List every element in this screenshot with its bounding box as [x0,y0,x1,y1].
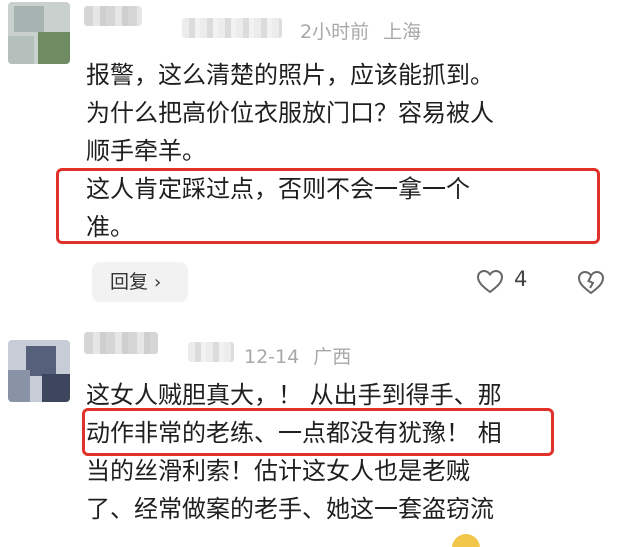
highlight-box [82,408,554,456]
chevron-right-icon: › [154,272,162,293]
comment-time: 2小时前 [300,21,370,43]
comment-item: 12-14 广西 这女人贼胆真大，！ 从出手到得手、那 动作非常的老练、一点都没有… [0,318,636,547]
avatar[interactable] [8,340,70,402]
comment-line: 顺手牵羊。 [86,137,206,165]
comment-meta: 2小时前 上海 [300,17,421,44]
comment-time: 12-14 [244,346,300,368]
comment-item: 2小时前 上海 报警，这么清楚的照片，应该能抓到。 为什么把高价位衣服放门口？容易… [0,0,636,318]
comment-location: 上海 [383,21,422,43]
comment-location: 广西 [313,346,352,368]
meta-blurred [182,18,282,38]
comment-meta: 12-14 广西 [244,342,351,369]
comment-line: 当的丝滑利索！估计这女人也是老贼 [86,457,470,485]
heart-icon[interactable] [476,268,504,296]
avatar[interactable] [8,2,70,64]
meta-blurred [188,342,234,362]
username-blurred[interactable] [84,6,142,26]
like-count: 4 [514,267,528,291]
reply-button[interactable]: 回复 › [92,262,188,302]
comment-line: 了、经常做案的老手、她这一套盗窃流 [86,495,494,523]
reply-label: 回复 [110,271,149,293]
highlight-box [56,168,600,244]
comment-line: 报警，这么清楚的照片，应该能抓到。 [86,61,494,89]
broken-heart-icon[interactable] [576,268,606,296]
username-blurred[interactable] [84,332,158,354]
comment-line: 为什么把高价位衣服放门口？容易被人 [86,99,494,127]
